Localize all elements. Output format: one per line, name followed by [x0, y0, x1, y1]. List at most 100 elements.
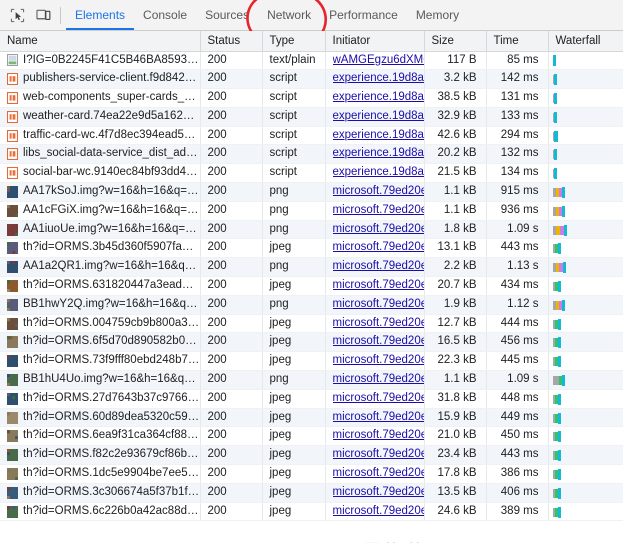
network-requests-panel[interactable]: Name Status Type Initiator Size Time Wat… — [0, 31, 623, 543]
table-row[interactable]: th?id=ORMS.6f5d70d890582b0b4... 200 jpeg mi… — [0, 332, 623, 353]
table-row[interactable]: AA1a2QR1.img?w=16&h=16&q=... 200 png micros… — [0, 257, 623, 278]
table-row[interactable]: traffic-card-wc.4f7d8ec394ead56b... 200 sc… — [0, 126, 623, 146]
cell-name[interactable]: th?id=ORMS.60d89dea5320c598f... — [0, 408, 201, 428]
table-row[interactable]: th?id=ORMS.631820447a3ead729... 200 jpeg mi… — [0, 276, 623, 296]
table-row[interactable]: BB1hwY2Q.img?w=16&h=16&q=... 200 png micros… — [0, 295, 623, 315]
table-row[interactable]: th?id=ORMS.6ea9f31ca364cf88ab... 200 jpeg m… — [0, 426, 623, 447]
device-toolbar-icon[interactable] — [31, 4, 55, 26]
table-row[interactable]: AA17kSoJ.img?w=16&h=16&q=1... 200 png micro… — [0, 182, 623, 202]
table-row[interactable]: AA1iuoUe.img?w=16&h=16&q=1... 200 png micro… — [0, 220, 623, 240]
column-header-status[interactable]: Status — [200, 31, 263, 52]
table-row[interactable]: AA1cFGiX.img?w=16&h=16&q=1... 200 png micro… — [0, 201, 623, 221]
table-row[interactable]: th?id=ORMS.27d7643b37c97666a... 200 jpeg mi… — [0, 389, 623, 409]
tab-elements[interactable]: Elements — [66, 0, 134, 30]
initiator-link[interactable]: microsoft.79ed20e.. — [333, 390, 424, 407]
table-row[interactable]: th?id=ORMS.3c306674a5f37b1f4... 200 jpeg mi… — [0, 483, 623, 503]
initiator-link[interactable]: microsoft.79ed20e.. — [333, 352, 424, 369]
table-row[interactable]: web-components_super-cards_dis... 200 scri… — [0, 88, 623, 108]
table-row[interactable]: th?id=ORMS.73f9fff80ebd248b70... 200 jpeg m… — [0, 351, 623, 372]
initiator-link[interactable]: wAMGEgzu6dXMQl — [333, 52, 424, 69]
cell-name[interactable]: traffic-card-wc.4f7d8ec394ead56b... — [0, 126, 201, 146]
cell-name[interactable]: weather-card.74ea22e9d5a162cac... — [0, 107, 201, 127]
initiator-link[interactable]: microsoft.79ed20e.. — [333, 183, 424, 200]
cell-name[interactable]: AA1cFGiX.img?w=16&h=16&q=1... — [0, 201, 201, 221]
waterfall-bar — [552, 164, 623, 181]
cell-name[interactable]: libs_social-data-service_dist_adap... — [0, 144, 201, 165]
table-row[interactable]: weather-card.74ea22e9d5a162cac... 200 scri… — [0, 107, 623, 127]
column-header-waterfall[interactable]: Waterfall — [548, 31, 623, 52]
cell-name[interactable]: th?id=ORMS.3b45d360f5907fa80... — [0, 238, 201, 259]
initiator-link[interactable]: microsoft.79ed20e.. — [333, 409, 424, 426]
table-row[interactable]: th?id=ORMS.1dc5e9904be7ee5ef... 200 jpeg mi… — [0, 464, 623, 484]
cell-name[interactable]: th?id=ORMS.73f9fff80ebd248b70... — [0, 351, 201, 372]
table-row[interactable]: publishers-service-client.f9d842d... 200 s… — [0, 69, 623, 90]
column-header-time[interactable]: Time — [486, 31, 549, 52]
initiator-link[interactable]: experience.19d8a4b — [333, 127, 424, 144]
initiator-link[interactable]: microsoft.79ed20e.. — [333, 465, 424, 482]
cell-type: script — [262, 144, 326, 165]
cell-name[interactable]: th?id=ORMS.6ea9f31ca364cf88ab... — [0, 426, 201, 447]
cell-name[interactable]: th?id=ORMS.3c306674a5f37b1f4... — [0, 483, 201, 503]
table-row[interactable]: social-bar-wc.9140ec84bf93dd478... 200 scr… — [0, 163, 623, 184]
tab-sources[interactable]: Sources — [196, 0, 258, 30]
initiator-link[interactable]: microsoft.79ed20e.. — [333, 333, 424, 350]
tab-memory[interactable]: Memory — [407, 0, 468, 30]
table-row[interactable]: th?id=ORMS.60d89dea5320c598f... 200 jpeg mi… — [0, 408, 623, 428]
initiator-link[interactable]: microsoft.79ed20e — [333, 503, 424, 520]
cell-name[interactable]: th?id=ORMS.631820447a3ead729... — [0, 276, 201, 296]
cell-name[interactable]: I?IG=0B2245F41C5B46BA85930D... — [0, 51, 201, 71]
cell-name[interactable]: th?id=ORMS.27d7643b37c97666a... — [0, 389, 201, 409]
initiator-link[interactable]: experience.19d8a4b — [333, 164, 424, 181]
cell-time: 443 ms — [486, 445, 549, 466]
cell-status: 200 — [200, 314, 263, 334]
cell-name[interactable]: BB1hwY2Q.img?w=16&h=16&q=... — [0, 295, 201, 315]
tab-network[interactable]: Network — [258, 0, 320, 30]
initiator-link[interactable]: experience.19d8a4b — [333, 108, 424, 125]
column-header-initiator[interactable]: Initiator — [325, 31, 425, 52]
cell-name[interactable]: th?id=ORMS.1dc5e9904be7ee5ef... — [0, 464, 201, 484]
initiator-link[interactable]: microsoft.79ed20e.. — [333, 427, 424, 444]
cell-type: jpeg — [262, 332, 326, 353]
initiator-link[interactable]: microsoft.79ed20e.. — [333, 202, 424, 219]
tab-performance[interactable]: Performance — [320, 0, 407, 30]
initiator-link[interactable]: experience.19d8a4b — [333, 145, 424, 162]
cell-name[interactable]: social-bar-wc.9140ec84bf93dd478... — [0, 163, 201, 184]
initiator-link[interactable]: microsoft.79ed20e.. — [333, 258, 424, 275]
table-row[interactable]: th?id=ORMS.004759cb9b800a307... 200 jpeg mi… — [0, 314, 623, 334]
cell-name[interactable]: th?id=ORMS.6c226b0a42ac88d6c... — [0, 502, 201, 522]
initiator-link[interactable]: microsoft.79ed20e.. — [333, 315, 424, 332]
cell-name[interactable]: web-components_super-cards_dis... — [0, 88, 201, 108]
table-row[interactable]: th?id=ORMS.6c226b0a42ac88d6c... 200 jpeg mi… — [0, 502, 623, 522]
inspect-element-icon[interactable] — [5, 4, 29, 26]
cell-name[interactable]: AA1iuoUe.img?w=16&h=16&q=1... — [0, 220, 201, 240]
column-header-type[interactable]: Type — [262, 31, 326, 52]
initiator-link[interactable]: microsoft.79ed20e.. — [333, 239, 424, 256]
cell-name[interactable]: th?id=ORMS.6f5d70d890582b0b4... — [0, 332, 201, 353]
cell-status: 200 — [200, 144, 263, 165]
initiator-link[interactable]: microsoft.79ed20e.. — [333, 277, 424, 294]
column-header-size[interactable]: Size — [424, 31, 487, 52]
initiator-link[interactable]: microsoft.79ed20e.. — [333, 484, 424, 501]
request-name: th?id=ORMS.60d89dea5320c598f... — [23, 410, 200, 423]
table-row[interactable]: I?IG=0B2245F41C5B46BA85930D... 200 text/pl… — [0, 51, 623, 71]
cell-waterfall — [548, 426, 623, 447]
table-row[interactable]: th?id=ORMS.3b45d360f5907fa80... 200 jpeg mi… — [0, 238, 623, 259]
cell-name[interactable]: th?id=ORMS.f82c2e93679cf86b1e... — [0, 445, 201, 466]
initiator-link[interactable]: microsoft.79ed20e.. — [333, 446, 424, 463]
initiator-link[interactable]: experience.19d8a4b — [333, 70, 424, 87]
cell-name[interactable]: AA17kSoJ.img?w=16&h=16&q=1... — [0, 182, 201, 202]
initiator-link[interactable]: microsoft.79ed20e.. — [333, 296, 424, 313]
cell-name[interactable]: th?id=ORMS.004759cb9b800a307... — [0, 314, 201, 334]
table-row[interactable]: BB1hU4Uo.img?w=16&h=16&q=... 200 png micros… — [0, 370, 623, 390]
table-row[interactable]: libs_social-data-service_dist_adap... 200… — [0, 144, 623, 165]
column-header-name[interactable]: Name — [0, 31, 201, 52]
cell-name[interactable]: publishers-service-client.f9d842d... — [0, 69, 201, 90]
initiator-link[interactable]: microsoft.79ed20e.. — [333, 371, 424, 388]
initiator-link[interactable]: experience.19d8a4b — [333, 89, 424, 106]
cell-type: jpeg — [262, 502, 326, 522]
cell-name[interactable]: AA1a2QR1.img?w=16&h=16&q=... — [0, 257, 201, 278]
table-row[interactable]: th?id=ORMS.f82c2e93679cf86b1e... 200 jpeg m… — [0, 445, 623, 466]
tab-console[interactable]: Console — [134, 0, 196, 30]
cell-name[interactable]: BB1hU4Uo.img?w=16&h=16&q=... — [0, 370, 201, 390]
initiator-link[interactable]: microsoft.79ed20e.. — [333, 221, 424, 238]
